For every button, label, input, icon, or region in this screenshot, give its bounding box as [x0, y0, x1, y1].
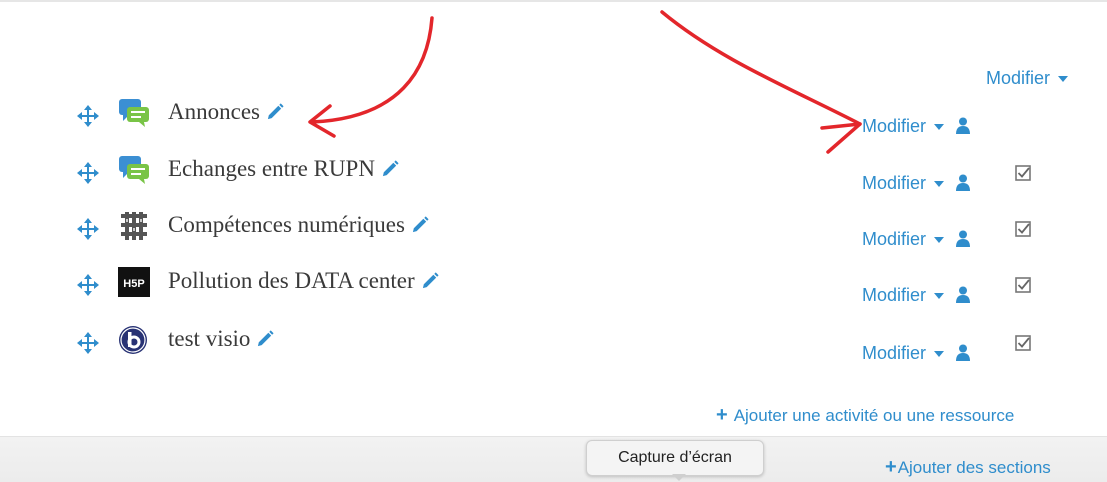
activity-name[interactable]: Annonces — [168, 99, 285, 125]
activity-edit-menu[interactable]: Modifier — [862, 343, 971, 364]
section-edit-menu[interactable]: Modifier — [986, 68, 1069, 89]
tooltip-text: Capture d’écran — [618, 449, 732, 466]
activity-name-text[interactable]: test visio — [168, 326, 250, 351]
activity-row-annonces: Annonces Modifier — [0, 93, 1107, 143]
glossary-icon — [121, 212, 147, 240]
activity-name[interactable]: test visio — [168, 326, 275, 352]
chevron-down-icon — [934, 181, 945, 188]
add-activity-label: Ajouter une activité ou une ressource — [733, 406, 1015, 425]
move-icon[interactable] — [77, 274, 99, 296]
pencil-icon[interactable] — [381, 159, 400, 178]
bigbluebutton-icon — [119, 326, 147, 354]
tooltip-tail — [672, 474, 686, 481]
user-icon[interactable] — [956, 117, 971, 134]
activity-row-test-visio: test visio Modifier — [0, 320, 1107, 370]
activity-name-text[interactable]: Annonces — [168, 99, 260, 124]
activity-name-text[interactable]: Compétences numériques — [168, 212, 405, 237]
section-edit-label: Modifier — [986, 68, 1051, 88]
plus-icon: + — [716, 404, 728, 426]
pencil-icon[interactable] — [256, 329, 275, 348]
activity-edit-label: Modifier — [862, 229, 927, 249]
completion-checkbox[interactable] — [1015, 335, 1031, 351]
activity-edit-menu[interactable]: Modifier — [862, 116, 971, 137]
activity-row-competences: Compétences numériques Modifier — [0, 206, 1107, 256]
move-icon[interactable] — [77, 105, 99, 127]
move-icon[interactable] — [77, 218, 99, 240]
move-icon[interactable] — [77, 162, 99, 184]
chevron-down-icon — [934, 293, 945, 300]
user-icon[interactable] — [956, 174, 971, 191]
screenshot-tooltip: Capture d’écran — [586, 440, 764, 476]
plus-icon: + — [885, 456, 897, 478]
chevron-down-icon — [1058, 76, 1069, 83]
h5p-icon: H5P — [118, 267, 150, 297]
pencil-icon[interactable] — [411, 215, 430, 234]
completion-checkbox[interactable] — [1015, 277, 1031, 293]
activity-row-pollution: H5P Pollution des DATA center Modifier — [0, 262, 1107, 312]
add-sections-link[interactable]: +Ajouter des sections — [885, 456, 1051, 479]
activity-name[interactable]: Pollution des DATA center — [168, 268, 440, 294]
activity-edit-label: Modifier — [862, 173, 927, 193]
add-sections-label: Ajouter des sections — [897, 458, 1051, 477]
top-border — [0, 0, 1107, 2]
pencil-icon[interactable] — [266, 102, 285, 121]
add-activity-link[interactable]: + Ajouter une activité ou une ressource — [716, 404, 1014, 427]
activity-edit-label: Modifier — [862, 343, 927, 363]
chevron-down-icon — [934, 351, 945, 358]
move-icon[interactable] — [77, 332, 99, 354]
chevron-down-icon — [934, 124, 945, 131]
chevron-down-icon — [934, 237, 945, 244]
forum-icon — [119, 156, 149, 184]
activity-name[interactable]: Compétences numériques — [168, 212, 430, 238]
activity-edit-menu[interactable]: Modifier — [862, 173, 971, 194]
activity-edit-menu[interactable]: Modifier — [862, 229, 971, 250]
activity-name[interactable]: Echanges entre RUPN — [168, 156, 400, 182]
activity-name-text[interactable]: Echanges entre RUPN — [168, 156, 375, 181]
user-icon[interactable] — [956, 286, 971, 303]
activity-row-echanges: Echanges entre RUPN Modifier — [0, 150, 1107, 200]
pencil-icon[interactable] — [421, 271, 440, 290]
activity-edit-menu[interactable]: Modifier — [862, 285, 971, 306]
svg-text:H5P: H5P — [123, 278, 144, 290]
completion-checkbox[interactable] — [1015, 221, 1031, 237]
forum-icon — [119, 99, 149, 127]
activity-edit-label: Modifier — [862, 285, 927, 305]
user-icon[interactable] — [956, 344, 971, 361]
completion-checkbox[interactable] — [1015, 165, 1031, 181]
user-icon[interactable] — [956, 230, 971, 247]
activity-edit-label: Modifier — [862, 116, 927, 136]
activity-name-text[interactable]: Pollution des DATA center — [168, 268, 415, 293]
